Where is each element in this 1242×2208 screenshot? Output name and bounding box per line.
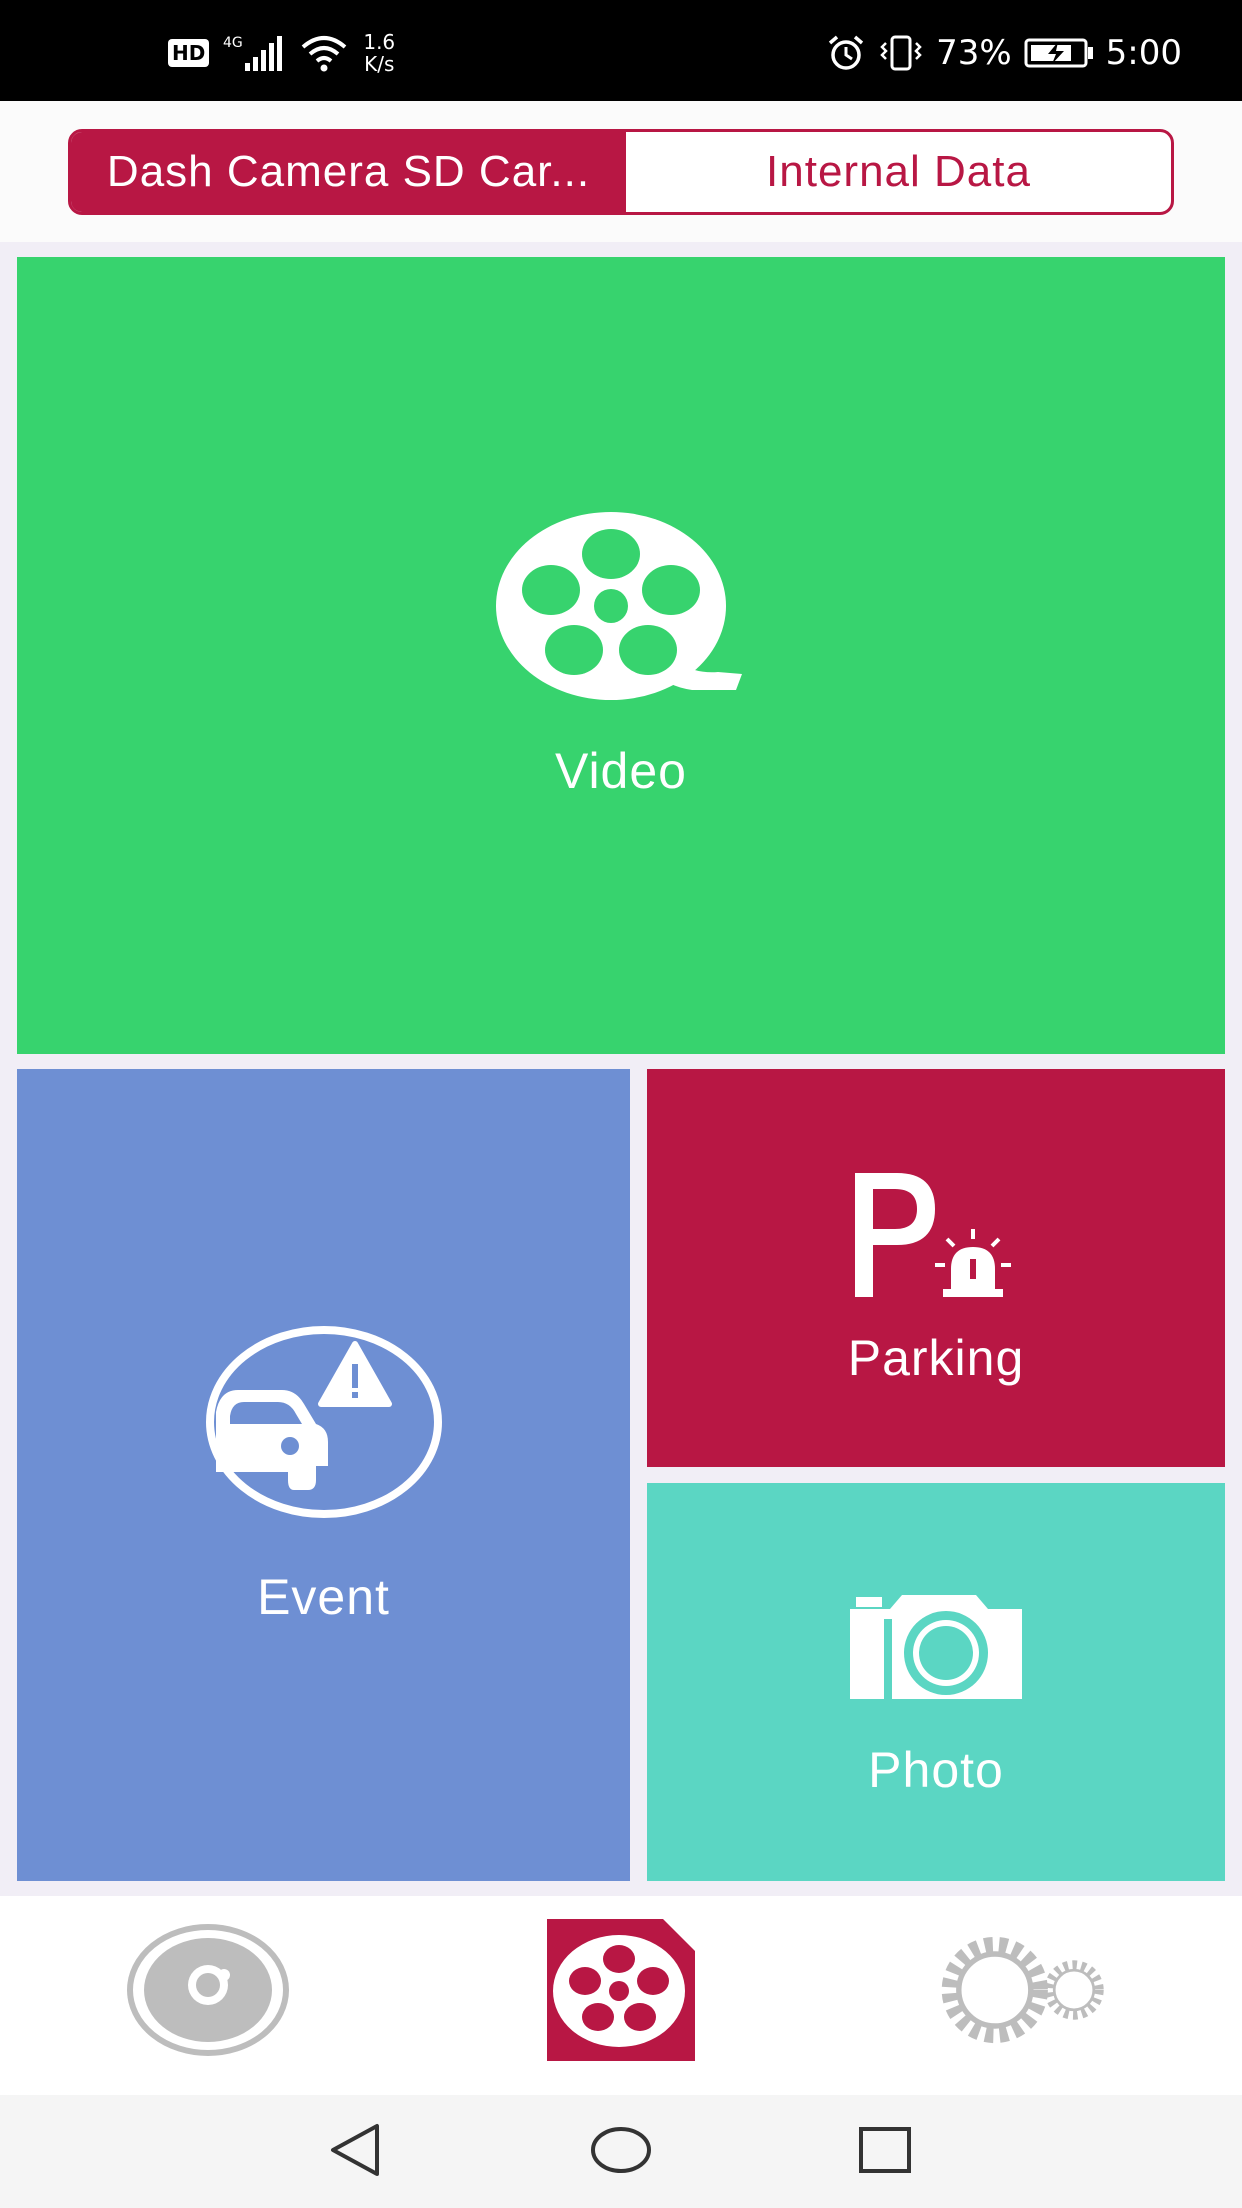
event-label: Event bbox=[257, 1569, 390, 1625]
photo-tile[interactable]: Photo bbox=[647, 1483, 1225, 1881]
event-tile[interactable]: Event bbox=[17, 1069, 630, 1881]
network-speed: 1.6 K/s bbox=[363, 31, 395, 75]
files-reel-icon bbox=[547, 1919, 695, 2061]
back-icon bbox=[331, 2124, 379, 2176]
nav-home-button[interactable] bbox=[581, 2115, 661, 2185]
status-right: 73% 5:00 bbox=[826, 28, 1182, 78]
tab-internal-data[interactable]: Internal Data bbox=[626, 132, 1171, 212]
signal-icon: 4G bbox=[223, 35, 283, 71]
bottom-tab-bar bbox=[0, 1896, 1242, 2095]
parking-alarm-icon bbox=[855, 1173, 1011, 1297]
status-bar: HD 4G 1.6 K/s 73% 5:00 bbox=[0, 0, 1242, 101]
battery-percent: 73% bbox=[936, 33, 1012, 73]
parking-tile[interactable]: Parking bbox=[647, 1069, 1225, 1467]
nav-recents-button[interactable] bbox=[845, 2115, 925, 2185]
nav-back-button[interactable] bbox=[315, 2115, 395, 2185]
vibrate-icon bbox=[880, 35, 922, 71]
home-icon bbox=[591, 2127, 651, 2173]
car-warning-icon bbox=[205, 1326, 442, 1518]
speed-value: 1.6 bbox=[363, 30, 396, 54]
network-type: 4G bbox=[223, 35, 243, 51]
system-navigation-bar bbox=[0, 2095, 1242, 2208]
storage-segmented-control: Dash Camera SD Car... Internal Data bbox=[68, 129, 1174, 215]
tab-settings[interactable] bbox=[930, 1910, 1110, 2070]
camera-icon bbox=[850, 1595, 1022, 1699]
tab-dash-camera[interactable] bbox=[118, 1910, 298, 2070]
tab-files[interactable] bbox=[531, 1910, 711, 2070]
status-left: HD 4G 1.6 K/s bbox=[168, 28, 395, 78]
settings-gears-icon bbox=[941, 1936, 1104, 2044]
photo-label: Photo bbox=[868, 1742, 1004, 1798]
battery-charging-icon bbox=[1024, 38, 1093, 68]
speed-unit: K/s bbox=[364, 52, 395, 76]
video-label: Video bbox=[555, 742, 687, 799]
recents-icon bbox=[859, 2127, 911, 2173]
storage-header: Dash Camera SD Car... Internal Data bbox=[0, 101, 1242, 242]
hd-icon: HD bbox=[168, 39, 210, 67]
clock: 5:00 bbox=[1105, 33, 1182, 73]
dash-camera-icon bbox=[127, 1924, 289, 2056]
video-tile[interactable]: Video bbox=[17, 257, 1225, 1054]
alarm-icon bbox=[828, 35, 864, 70]
parking-label: Parking bbox=[847, 1330, 1025, 1386]
wifi-icon bbox=[302, 36, 347, 72]
tab-dash-camera-sd-card[interactable]: Dash Camera SD Car... bbox=[71, 132, 626, 212]
film-reel-icon bbox=[496, 511, 742, 700]
